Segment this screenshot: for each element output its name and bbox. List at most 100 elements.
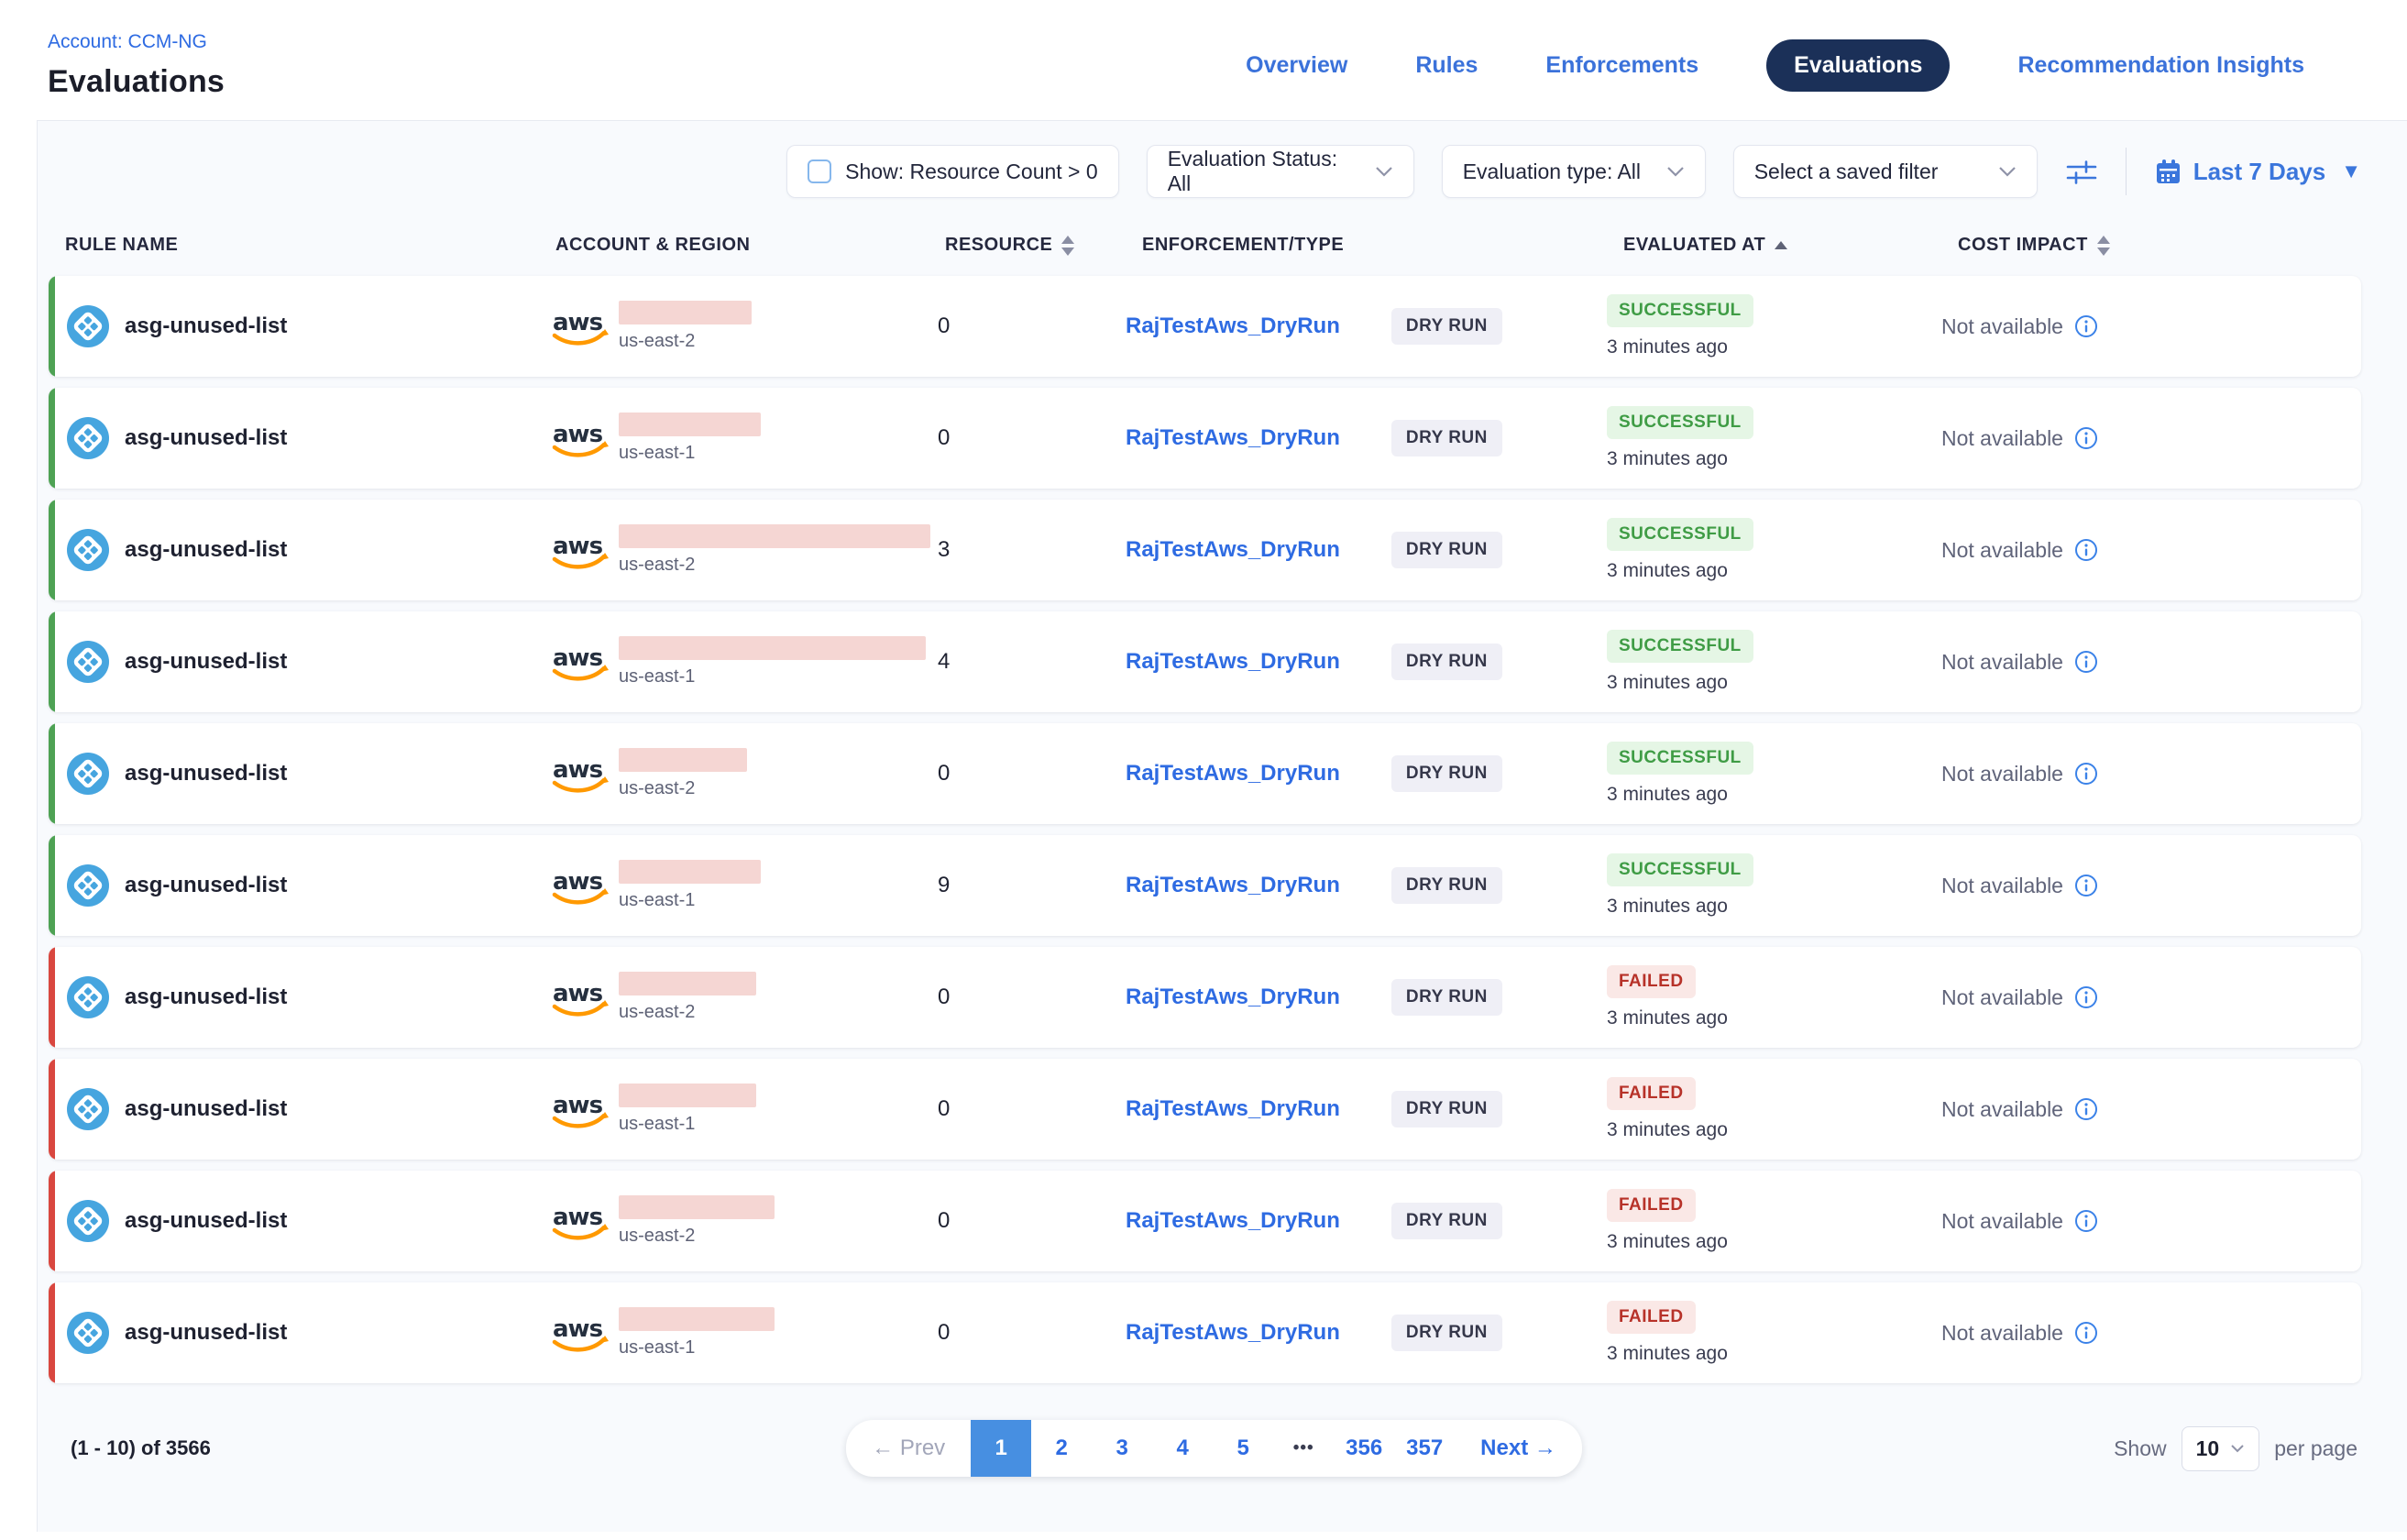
- status-accent-bar: [49, 947, 55, 1048]
- enforcement-link[interactable]: RajTestAws_DryRun: [1126, 425, 1340, 451]
- info-icon[interactable]: [2074, 1097, 2098, 1121]
- dropdown-evaluation-status-all[interactable]: Evaluation Status: All: [1147, 145, 1414, 198]
- top-nav: Overview Rules Enforcements Evaluations Reco…: [1246, 39, 2304, 92]
- tab-evaluations[interactable]: Evaluations: [1766, 39, 1950, 92]
- enforcement-link[interactable]: RajTestAws_DryRun: [1126, 649, 1340, 675]
- tab-enforcements[interactable]: Enforcements: [1545, 52, 1698, 79]
- content-panel: Show: Resource Count > 0 Evaluation Stat…: [37, 120, 2407, 1532]
- rule-cell: asg-unused-list: [49, 753, 539, 795]
- info-icon[interactable]: [2074, 1321, 2098, 1345]
- dropdown-evaluation-type-all[interactable]: Evaluation type: All: [1442, 145, 1706, 198]
- info-icon[interactable]: [2074, 762, 2098, 786]
- resource-count-checkbox[interactable]: [808, 160, 831, 183]
- page-button-3[interactable]: 3: [1092, 1420, 1152, 1477]
- page-button-357[interactable]: 357: [1394, 1420, 1455, 1477]
- table-row[interactable]: asg-unused-list aws us-east-2 0 RajTestA…: [49, 1171, 2361, 1271]
- enforcement-cell: RajTestAws_DryRun DRY RUN: [1126, 532, 1607, 568]
- enforcement-link[interactable]: RajTestAws_DryRun: [1126, 761, 1340, 786]
- enforcement-link[interactable]: RajTestAws_DryRun: [1126, 1208, 1340, 1234]
- table-row[interactable]: asg-unused-list aws us-east-1 0 RajTestA…: [49, 388, 2361, 489]
- rule-name: asg-unused-list: [125, 1320, 287, 1346]
- info-icon[interactable]: [2074, 314, 2098, 338]
- enforcement-link[interactable]: RajTestAws_DryRun: [1126, 537, 1340, 563]
- resource-count-filter-toggle[interactable]: Show: Resource Count > 0: [786, 145, 1119, 198]
- cost-impact-cell: Not available: [1941, 985, 2361, 1010]
- status-badge: SUCCESSFUL: [1607, 406, 1753, 439]
- page-button-5[interactable]: 5: [1213, 1420, 1273, 1477]
- page-size-select[interactable]: 10: [2182, 1426, 2260, 1471]
- table-row[interactable]: asg-unused-list aws us-east-1 9 RajTestA…: [49, 835, 2361, 936]
- prev-page-button[interactable]: ← Prev: [846, 1436, 971, 1461]
- info-icon[interactable]: [2074, 650, 2098, 674]
- evaluation-type-badge: DRY RUN: [1391, 532, 1502, 568]
- evaluated-at-cell: SUCCESSFUL 3 minutes ago: [1607, 630, 1941, 694]
- evaluated-at-cell: SUCCESSFUL 3 minutes ago: [1607, 853, 1941, 918]
- tab-recommendation-insights[interactable]: Recommendation Insights: [2017, 52, 2304, 79]
- cost-impact-cell: Not available: [1941, 538, 2361, 563]
- status-badge: SUCCESSFUL: [1607, 630, 1753, 663]
- column-header-rule-name: RULE NAME: [49, 235, 539, 256]
- enforcement-link[interactable]: RajTestAws_DryRun: [1126, 984, 1340, 1010]
- rule-cell: asg-unused-list: [49, 1088, 539, 1130]
- column-header-evaluated-at[interactable]: EVALUATED AT: [1607, 235, 1941, 256]
- rule-cell: asg-unused-list: [49, 305, 539, 347]
- info-icon[interactable]: [2074, 538, 2098, 562]
- enforcement-link[interactable]: RajTestAws_DryRun: [1126, 1096, 1340, 1122]
- svg-text:aws: aws: [553, 1092, 603, 1119]
- table-row[interactable]: asg-unused-list aws us-east-2 0 RajTestA…: [49, 723, 2361, 824]
- column-header-cost-impact[interactable]: COST IMPACT: [1941, 235, 2361, 256]
- resource-count: 0: [929, 1208, 1126, 1234]
- rule-name: asg-unused-list: [125, 537, 287, 563]
- table-row[interactable]: asg-unused-list aws us-east-2 0 RajTestA…: [49, 276, 2361, 377]
- tab-overview[interactable]: Overview: [1246, 52, 1347, 79]
- evaluated-at-cell: FAILED 3 minutes ago: [1607, 965, 1941, 1029]
- next-page-button[interactable]: Next →: [1455, 1436, 1582, 1461]
- table-row[interactable]: asg-unused-list aws us-east-2 3 RajTestA…: [49, 500, 2361, 600]
- region-label: us-east-1: [619, 666, 926, 688]
- enforcement-cell: RajTestAws_DryRun DRY RUN: [1126, 420, 1607, 456]
- evaluated-time: 3 minutes ago: [1607, 896, 1728, 918]
- title-block: Account: CCM-NG Evaluations: [48, 31, 225, 100]
- enforcement-cell: RajTestAws_DryRun DRY RUN: [1126, 1091, 1607, 1128]
- cost-impact-cell: Not available: [1941, 874, 2361, 898]
- resource-count: 0: [929, 761, 1126, 786]
- table-row[interactable]: asg-unused-list aws us-east-1 4 RajTestA…: [49, 611, 2361, 712]
- info-icon[interactable]: [2074, 874, 2098, 897]
- enforcement-link[interactable]: RajTestAws_DryRun: [1126, 1320, 1340, 1346]
- date-range-picker[interactable]: Last 7 Days ▼: [2154, 158, 2361, 186]
- table-header-row: RULE NAME ACCOUNT & REGION RESOURCE ENFO…: [49, 220, 2361, 276]
- region-label: us-east-1: [619, 890, 761, 911]
- page-button-356[interactable]: 356: [1334, 1420, 1394, 1477]
- status-accent-bar: [49, 1171, 55, 1271]
- rule-cell: asg-unused-list: [49, 976, 539, 1018]
- evaluated-time: 3 minutes ago: [1607, 784, 1728, 806]
- page-button-2[interactable]: 2: [1031, 1420, 1092, 1477]
- status-badge: FAILED: [1607, 965, 1696, 998]
- info-icon[interactable]: [2074, 426, 2098, 450]
- table-row[interactable]: asg-unused-list aws us-east-1 0 RajTestA…: [49, 1059, 2361, 1160]
- page-ellipsis[interactable]: •••: [1273, 1420, 1334, 1477]
- rule-icon: [67, 529, 109, 571]
- aws-logo-icon: aws: [551, 1201, 610, 1245]
- table-row[interactable]: asg-unused-list aws us-east-2 0 RajTestA…: [49, 947, 2361, 1048]
- chevron-down-icon: [1998, 166, 2017, 177]
- page-button-4[interactable]: 4: [1152, 1420, 1213, 1477]
- page-button-active[interactable]: 1: [971, 1420, 1031, 1477]
- dropdown-select-a-saved-filter[interactable]: Select a saved filter: [1733, 145, 2038, 198]
- evaluated-at-cell: FAILED 3 minutes ago: [1607, 1301, 1941, 1365]
- table-row[interactable]: asg-unused-list aws us-east-1 0 RajTestA…: [49, 1282, 2361, 1383]
- cost-impact-value: Not available: [1941, 1321, 2063, 1346]
- rule-name: asg-unused-list: [125, 425, 287, 451]
- info-icon[interactable]: [2074, 985, 2098, 1009]
- rule-name: asg-unused-list: [125, 314, 287, 339]
- tab-rules[interactable]: Rules: [1415, 52, 1478, 79]
- cost-impact-value: Not available: [1941, 1209, 2063, 1234]
- enforcement-link[interactable]: RajTestAws_DryRun: [1126, 314, 1340, 339]
- evaluated-time: 3 minutes ago: [1607, 336, 1728, 358]
- enforcement-link[interactable]: RajTestAws_DryRun: [1126, 873, 1340, 898]
- account-breadcrumb-link[interactable]: Account: CCM-NG: [48, 31, 225, 53]
- column-header-resource[interactable]: RESOURCE: [929, 235, 1126, 256]
- filter-settings-button[interactable]: [2065, 158, 2098, 185]
- info-icon[interactable]: [2074, 1209, 2098, 1233]
- sort-icon: [1775, 241, 1787, 249]
